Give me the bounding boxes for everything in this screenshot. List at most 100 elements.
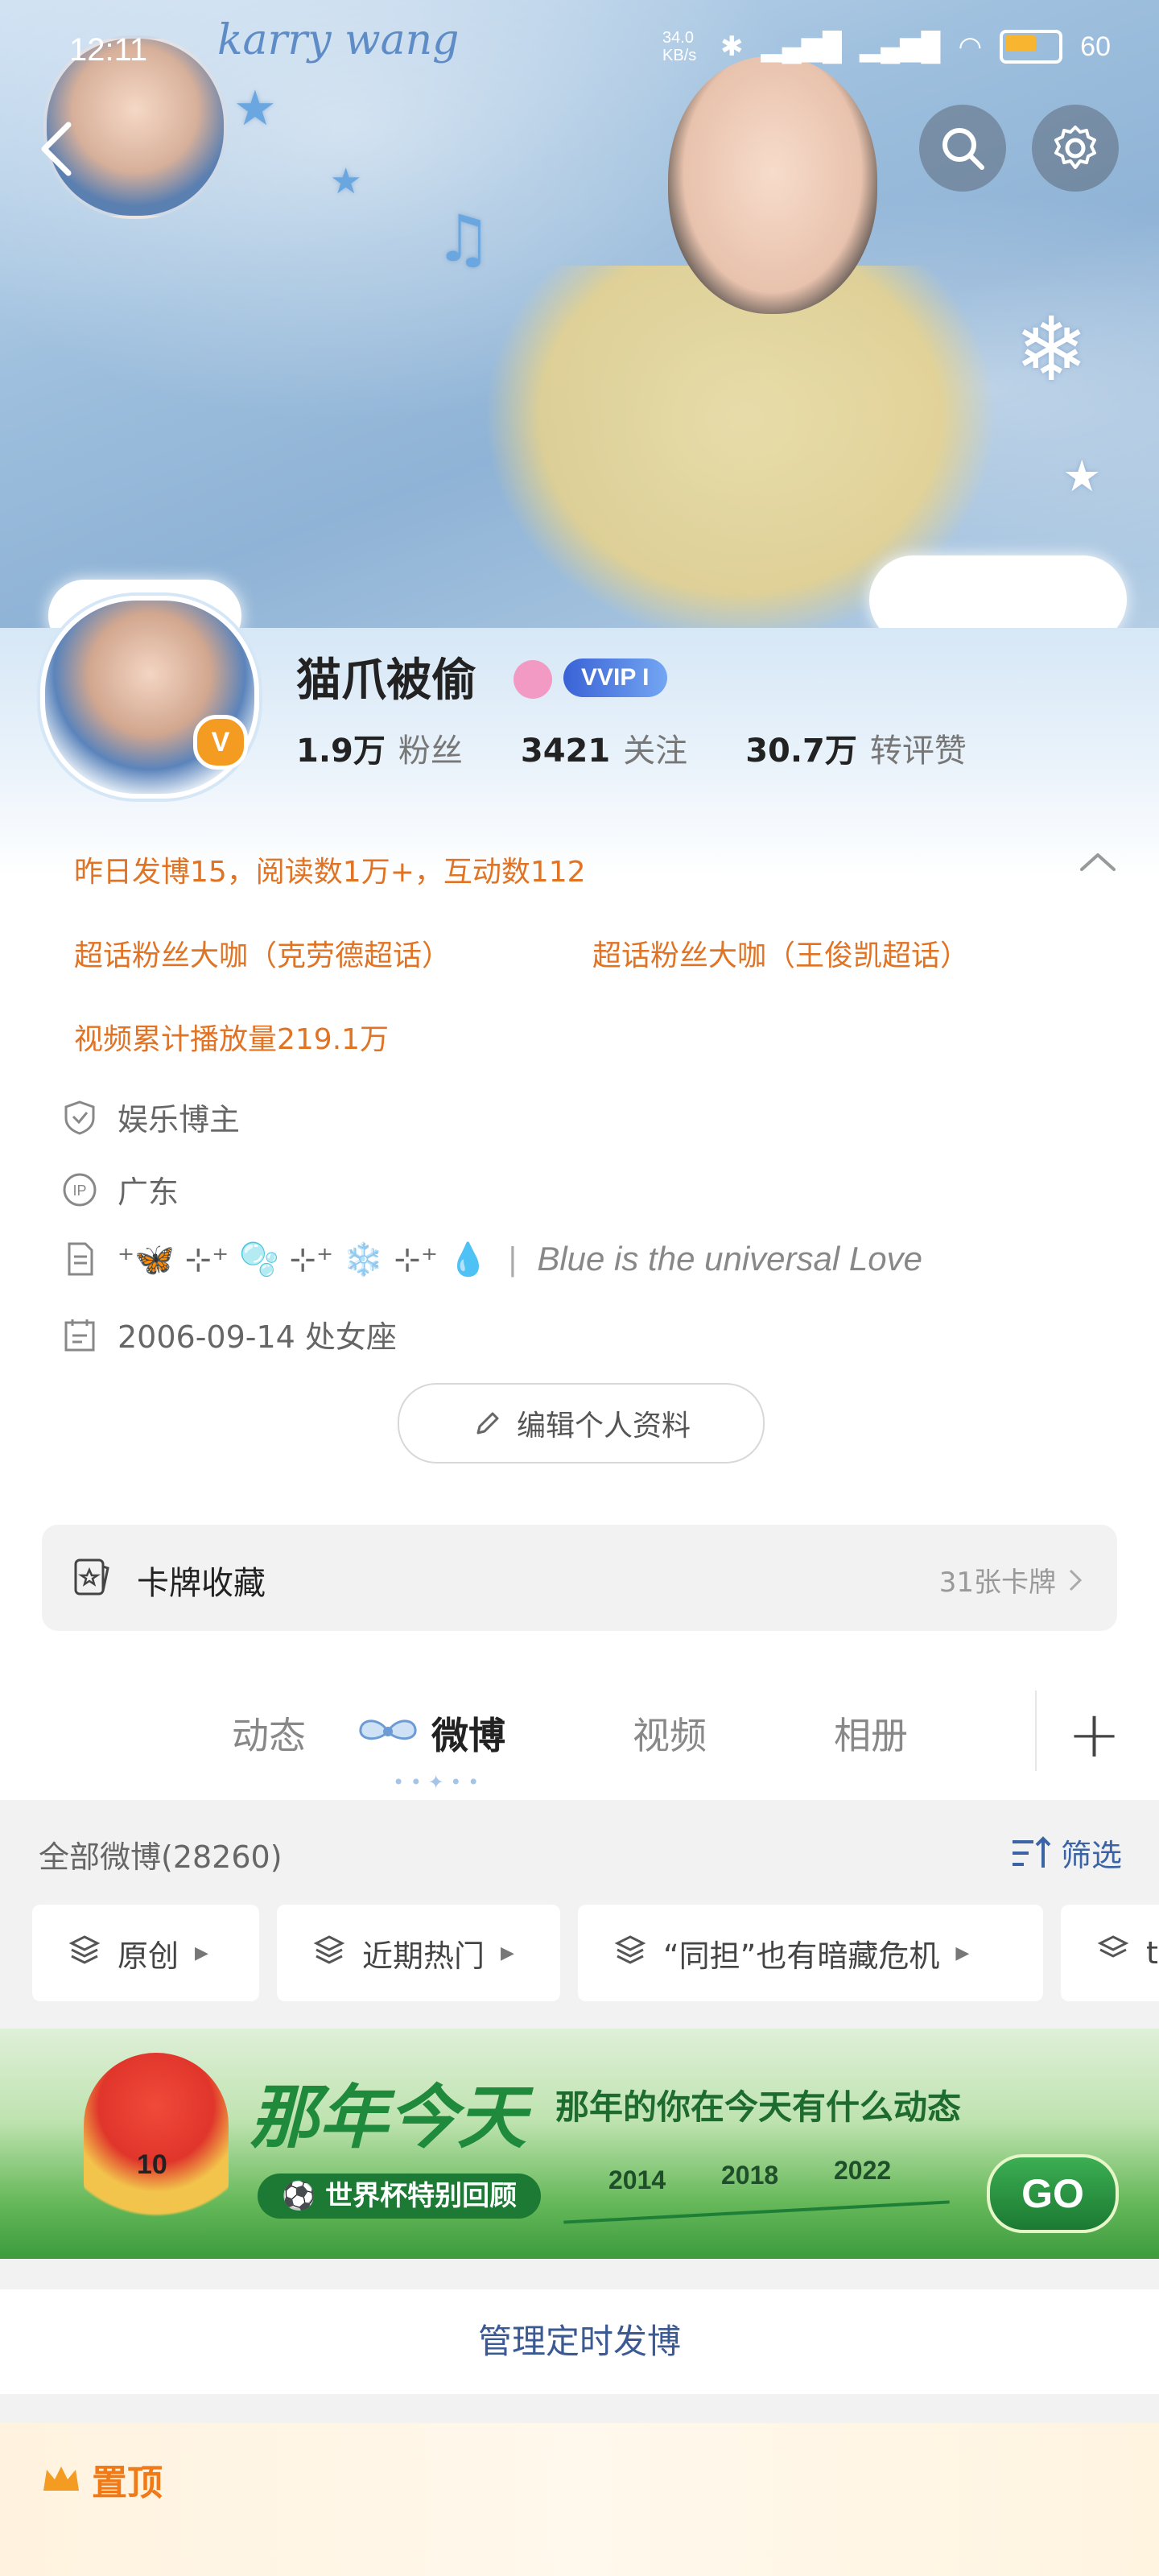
tab-feed[interactable]: 动态 (232, 1707, 306, 1760)
star-icon: ★ (330, 161, 362, 202)
search-button[interactable] (919, 105, 1006, 192)
promo-pill-label: 世界杯特别回顾 (325, 2180, 518, 2212)
filter-button[interactable]: 筛选 (1009, 1831, 1122, 1875)
active-tab-indicator: • • ✦ • • (393, 1771, 480, 1794)
manage-scheduled-posts[interactable]: 管理定时发博 (0, 2289, 1159, 2394)
stat-likes[interactable]: 30.7万 转评赞 (745, 724, 967, 771)
collapse-button[interactable] (1075, 845, 1120, 881)
tab-weibo[interactable]: 微博 (431, 1707, 505, 1760)
all-weibo-count: 全部微博(28260) (39, 1839, 283, 1875)
pencil-icon (476, 1412, 499, 1435)
search-icon (942, 128, 984, 170)
shield-icon (61, 1099, 98, 1136)
signal-icon: ▂▄▆█ (860, 31, 941, 62)
timeline-line (563, 2200, 950, 2224)
stat-label: 转评赞 (869, 733, 967, 770)
card-collection-title: 卡牌收藏 (137, 1565, 266, 1602)
edit-profile-button[interactable]: 编辑个人资料 (398, 1383, 765, 1463)
birthday-label: 2006-09-14 处女座 (118, 1319, 397, 1355)
chip-label: t (1146, 1935, 1158, 1971)
stat-number: 3421 (520, 733, 611, 770)
caret-right-icon: ▶ (501, 1942, 514, 1963)
chip-original[interactable]: 原创 ▶ (32, 1905, 259, 2001)
username: 猫爪被偷 (296, 654, 476, 707)
gear-icon (1054, 126, 1096, 169)
stat-label: 关注 (623, 733, 688, 770)
star-icon: ★ (1062, 451, 1102, 502)
promo-subtitle: 那年的你在今天有什么动态 (555, 2087, 962, 2127)
achievement-supertopic-claude[interactable]: 超话粉丝大咖（克劳德超话） (74, 932, 451, 974)
chip-more[interactable]: t (1061, 1905, 1159, 2001)
achievement-daily[interactable]: 昨日发博15，阅读数1万+，互动数112 (74, 848, 586, 890)
battery-percent: 60 (1080, 31, 1111, 62)
achievement-video-plays[interactable]: 视频累计播放量219.1万 (74, 1016, 389, 1058)
status-time: 12:11 (69, 32, 148, 68)
year-label: 2022 (834, 2156, 892, 2185)
card-icon (69, 1554, 114, 1602)
bio-emojis: ⁺🦋 ⊹⁺ 🫧 ⊹⁺ ❄️ ⊹⁺ 💧 (118, 1241, 489, 1278)
bio-row: ⁺🦋 ⊹⁺ 🫧 ⊹⁺ ❄️ ⊹⁺ 💧 | Blue is the univers… (61, 1240, 922, 1278)
ip-icon-text: IP (72, 1183, 86, 1199)
music-note-icon: ♫ (435, 201, 493, 276)
achievement-supertopic-wjk[interactable]: 超话粉丝大咖（王俊凯超话） (592, 932, 969, 974)
year-label: 2018 (721, 2161, 779, 2190)
caret-right-icon: ▶ (195, 1942, 208, 1963)
tab-divider (1035, 1690, 1037, 1771)
status-bar: 12:11 34.0 KB/s ✱ ▂▄▆█ ▂▄▆█ ◠ 60 (0, 0, 1159, 105)
edit-profile-label: 编辑个人资料 (516, 1410, 691, 1443)
document-icon (61, 1241, 98, 1278)
chip-label: 原创 (118, 1938, 179, 1974)
crown-icon (43, 2467, 79, 2491)
caret-right-icon: ▶ (955, 1942, 970, 1963)
chevron-left-icon (41, 122, 72, 176)
layers-icon (1096, 1933, 1130, 1974)
profile-page: ★ ★ ❄ ♫ ★ karry wang 12:11 34.0 KB/s ✱ ▂… (0, 0, 1159, 2576)
weibo-mascot (84, 2053, 229, 2230)
category-label: 娱乐博主 (118, 1102, 241, 1137)
battery-icon (1000, 30, 1063, 64)
search-badge-icon[interactable] (514, 660, 552, 699)
snowflake-icon: ❄ (1014, 298, 1089, 401)
status-icons: 34.0 KB/s ✱ ▂▄▆█ ▂▄▆█ ◠ 60 (662, 29, 1111, 64)
year-label: 2014 (608, 2165, 666, 2194)
ip-label: 广东 (118, 1174, 179, 1210)
settings-button[interactable] (1032, 105, 1119, 192)
chip-recent-hot[interactable]: 近期热门 ▶ (277, 1905, 560, 2001)
pinned-label: 置顶 (92, 2462, 163, 2504)
promo-pill: ⚽ 世界杯特别回顾 (258, 2174, 542, 2219)
chevron-up-icon (1080, 853, 1116, 871)
category-row: 娱乐博主 (61, 1095, 240, 1139)
pinned-section: 置顶 (0, 2423, 1159, 2576)
signal-icon: ▂▄▆█ (761, 31, 843, 62)
filter-label: 筛选 (1060, 1838, 1122, 1873)
stat-label: 粉丝 (398, 733, 463, 770)
bio-separator: | (507, 1241, 518, 1277)
chip-topic[interactable]: “同担”也有暗藏危机 ▶ (578, 1905, 1043, 2001)
vip-badge[interactable]: VVIP I (563, 658, 667, 697)
layers-icon (613, 1933, 647, 1974)
card-collection-count-wrap: 31张卡牌 (939, 1560, 1085, 1600)
profile-tabs: 动态 微博 • • ✦ • • 视频 相册 + (0, 1682, 1159, 1803)
card-collection-entry[interactable]: 卡牌收藏 31张卡牌 (42, 1525, 1117, 1631)
wifi-icon: ◠ (958, 31, 983, 62)
layers-icon (68, 1933, 101, 1974)
tab-video[interactable]: 视频 (633, 1707, 707, 1760)
soccer-ball-icon: ⚽ (282, 2180, 326, 2212)
birthday-row: 2006-09-14 处女座 (61, 1312, 397, 1356)
verified-badge: V (193, 715, 248, 770)
add-tab-button[interactable]: + (1067, 1697, 1121, 1772)
bow-icon (356, 1711, 420, 1755)
stat-following[interactable]: 3421 关注 (521, 724, 687, 771)
back-button[interactable] (32, 113, 97, 185)
stat-number: 30.7万 (745, 733, 857, 770)
on-this-day-banner[interactable]: 10 那年今天 那年的你在今天有什么动态 ⚽ 世界杯特别回顾 2014 2018… (0, 2029, 1159, 2259)
go-button[interactable]: GO (987, 2154, 1119, 2233)
ip-row: IP 广东 (61, 1167, 179, 1212)
chevron-right-icon (1069, 1569, 1083, 1591)
promo-title: 那年今天 (250, 2078, 526, 2158)
mascot-number: 10 (137, 2149, 167, 2180)
stat-fans[interactable]: 1.9万 粉丝 (296, 724, 463, 771)
chip-label: 近期热门 (362, 1938, 485, 1974)
tab-album[interactable]: 相册 (834, 1707, 908, 1760)
filter-icon (1012, 1835, 1051, 1868)
